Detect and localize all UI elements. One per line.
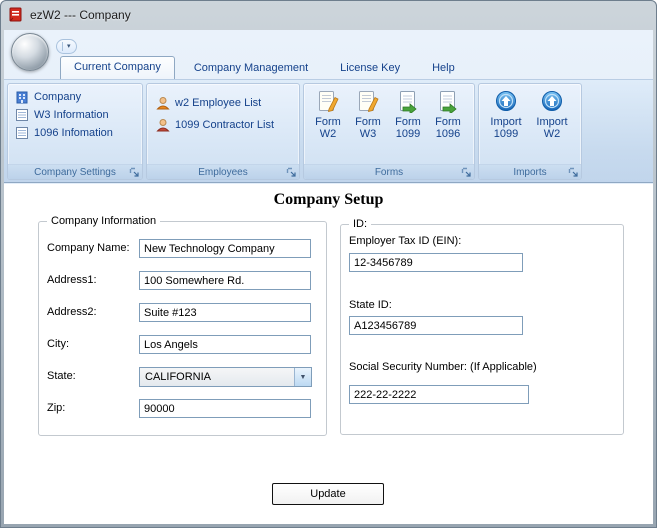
- company-information-groupbox: Company Information Company Name: Addres…: [38, 215, 327, 436]
- ribbon-button-form-w2[interactable]: Form W2: [308, 87, 348, 164]
- ribbon-item-company[interactable]: Company: [12, 88, 140, 106]
- ribbon-item-w2-employee-list[interactable]: w2 Employee List: [153, 92, 297, 114]
- button-label: 1099: [395, 128, 421, 140]
- building-icon: [15, 90, 29, 104]
- zip-label: Zip:: [47, 402, 66, 414]
- paper-green-arrow-icon: [396, 89, 420, 113]
- contractor-person-icon: [156, 118, 170, 132]
- app-icon: [8, 7, 24, 23]
- ribbon-tab-strip: Current Company Company Management Licen…: [4, 56, 653, 79]
- address2-input[interactable]: [139, 303, 311, 322]
- button-label: 1099: [493, 128, 519, 140]
- group-label: Imports: [513, 166, 547, 178]
- chevron-down-icon: ▼: [299, 373, 307, 381]
- company-name-input[interactable]: [139, 239, 311, 258]
- tab-license-key[interactable]: License Key: [327, 58, 413, 79]
- ribbon-item-1096-information[interactable]: 1096 Infomation: [12, 124, 140, 142]
- ribbon-item-label: 1099 Contractor List: [175, 119, 275, 131]
- id-groupbox: ID: Employer Tax ID (EIN): State ID: Soc…: [340, 218, 624, 435]
- ein-input[interactable]: [349, 253, 523, 272]
- group-footer-imports: Imports: [479, 164, 581, 179]
- toolbar-separator: [62, 42, 63, 51]
- ribbon-button-form-1096[interactable]: Form 1096: [428, 87, 468, 164]
- state-select-value: CALIFORNIA: [145, 371, 212, 383]
- update-button[interactable]: Update: [272, 483, 384, 505]
- paper-pencil-icon: [356, 89, 380, 113]
- ribbon-group-forms: Form W2 Form W3 Form 1099 Form 1096 Form…: [303, 83, 475, 180]
- tab-help[interactable]: Help: [419, 58, 468, 79]
- city-label: City:: [47, 338, 69, 350]
- group-label: Forms: [374, 166, 404, 178]
- button-label: Form: [435, 116, 461, 128]
- group-label: Employees: [198, 166, 248, 178]
- address1-label: Address1:: [47, 274, 97, 286]
- state-id-input[interactable]: [349, 316, 523, 335]
- chevron-down-icon: ▾: [67, 43, 71, 50]
- group-footer-employees: Employees: [147, 164, 299, 179]
- button-label: Form: [315, 116, 341, 128]
- paper-pencil-icon: [316, 89, 340, 113]
- app-window: ezW2 --- Company ▾ Current Company Compa…: [0, 0, 657, 528]
- ribbon-group-imports: Import 1099 Import W2 Imports: [478, 83, 582, 180]
- form-grid-icon: [15, 126, 29, 140]
- ribbon-item-label: w2 Employee List: [175, 97, 262, 109]
- button-label: W3: [359, 128, 377, 140]
- button-label: W2: [543, 128, 561, 140]
- zip-input[interactable]: [139, 399, 311, 418]
- button-label: Import: [536, 116, 568, 128]
- combo-dropdown-button[interactable]: ▼: [294, 368, 311, 386]
- group-footer-company-settings: Company Settings: [8, 164, 142, 179]
- import-blue-circle-icon: [494, 89, 518, 113]
- dialog-launcher-icon[interactable]: [461, 167, 472, 178]
- ribbon: Company W3 Information 1096 Infomation C…: [4, 79, 653, 183]
- company-name-label: Company Name:: [47, 242, 130, 254]
- groupbox-legend: Company Information: [47, 215, 161, 227]
- button-label: W2: [319, 128, 337, 140]
- ribbon-item-label: W3 Information: [34, 109, 109, 121]
- ein-label: Employer Tax ID (EIN):: [349, 235, 462, 247]
- page-title: Company Setup: [273, 191, 384, 208]
- state-select[interactable]: CALIFORNIA ▼: [139, 367, 312, 387]
- button-label: Form: [355, 116, 381, 128]
- state-id-label: State ID:: [349, 299, 392, 311]
- ssn-label: Social Security Number: (If Applicable): [349, 361, 537, 373]
- window-title: ezW2 --- Company: [30, 8, 131, 22]
- dialog-launcher-icon[interactable]: [286, 167, 297, 178]
- app-body: ▾ Current Company Company Management Lic…: [4, 30, 653, 524]
- employee-person-icon: [156, 96, 170, 110]
- ribbon-group-company-settings: Company W3 Information 1096 Infomation C…: [7, 83, 143, 180]
- tab-current-company[interactable]: Current Company: [60, 56, 175, 79]
- address1-input[interactable]: [139, 271, 311, 290]
- ribbon-item-1099-contractor-list[interactable]: 1099 Contractor List: [153, 114, 297, 136]
- title-bar: ezW2 --- Company: [0, 0, 657, 30]
- ribbon-item-label: 1096 Infomation: [34, 127, 113, 139]
- ribbon-button-import-1099[interactable]: Import 1099: [483, 87, 529, 164]
- address2-label: Address2:: [47, 306, 97, 318]
- city-input[interactable]: [139, 335, 311, 354]
- ribbon-button-form-1099[interactable]: Form 1099: [388, 87, 428, 164]
- paper-green-arrow-icon: [436, 89, 460, 113]
- ssn-input[interactable]: [349, 385, 529, 404]
- dialog-launcher-icon[interactable]: [129, 167, 140, 178]
- button-label: Import: [490, 116, 522, 128]
- ribbon-item-label: Company: [34, 91, 82, 103]
- dialog-launcher-icon[interactable]: [568, 167, 579, 178]
- quick-access-toolbar[interactable]: ▾: [56, 39, 77, 54]
- company-setup-panel: Company Setup Company Information Compan…: [4, 184, 653, 524]
- ribbon-group-employees: w2 Employee List 1099 Contractor List Em…: [146, 83, 300, 180]
- form-grid-icon: [15, 108, 29, 122]
- tab-company-management[interactable]: Company Management: [181, 58, 321, 79]
- groupbox-legend: ID:: [349, 218, 372, 230]
- state-label: State:: [47, 370, 76, 382]
- group-label: Company Settings: [34, 166, 116, 178]
- button-label: 1096: [435, 128, 461, 140]
- group-footer-forms: Forms: [304, 164, 474, 179]
- ribbon-button-import-w2[interactable]: Import W2: [529, 87, 575, 164]
- ribbon-button-form-w3[interactable]: Form W3: [348, 87, 388, 164]
- import-blue-circle-icon: [540, 89, 564, 113]
- application-menu-button[interactable]: [11, 33, 49, 71]
- button-label: Form: [395, 116, 421, 128]
- ribbon-item-w3-information[interactable]: W3 Information: [12, 106, 140, 124]
